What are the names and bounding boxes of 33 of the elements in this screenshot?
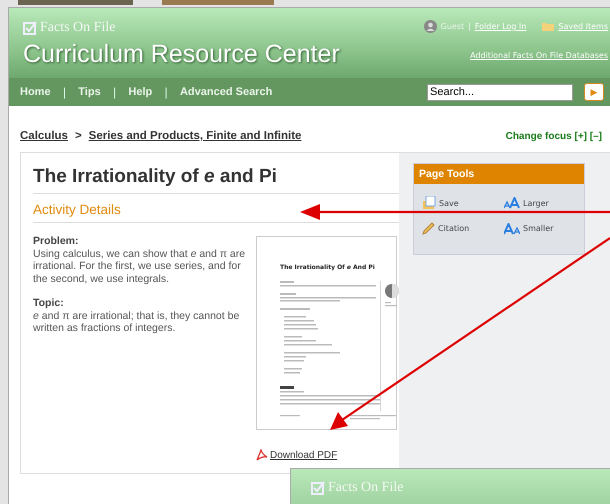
page-tool-link[interactable]: Smaller xyxy=(504,222,586,235)
pencil-icon xyxy=(422,222,435,235)
panel-heading: Page Tools xyxy=(414,164,584,184)
field-text: Using calculus, we can show that e and π are irrational. For the first, we use series, and for the second, we use integrals. xyxy=(33,248,246,285)
page-tool-link[interactable]: Larger xyxy=(504,196,586,210)
breadcrumb-link[interactable]: Calculus xyxy=(20,130,68,142)
checkbox-icon xyxy=(311,481,325,495)
site-title: Curriculum Resource Center xyxy=(23,40,340,69)
user-icon xyxy=(424,20,437,33)
brand-logo: Facts On File xyxy=(328,480,404,496)
save-icon xyxy=(422,196,436,210)
nav-separator: | xyxy=(62,86,66,98)
text-size-icon xyxy=(504,222,520,234)
checkbox-icon xyxy=(23,21,37,35)
field-label: Topic: xyxy=(33,297,65,310)
field-label: Problem: xyxy=(33,235,80,248)
download-pdf-link[interactable]: Download PDF xyxy=(256,449,338,461)
brand-logo: Facts On File xyxy=(40,20,116,36)
nav-separator: | xyxy=(164,86,168,98)
link-separator: | xyxy=(468,22,471,31)
search-field[interactable]: Search... xyxy=(427,84,573,100)
page-tool-link[interactable]: Citation xyxy=(422,222,504,235)
page-tool-link[interactable]: Save xyxy=(422,196,504,210)
text-size-icon xyxy=(504,197,520,209)
change-focus-link[interactable]: Change focus [+] [–] xyxy=(506,130,602,142)
user-name: Guest xyxy=(440,22,464,31)
article-title: The Irrationality of e and Pi xyxy=(33,166,399,194)
pdf-icon xyxy=(256,449,268,461)
breadcrumb-separator: > xyxy=(74,130,82,142)
breadcrumb-link[interactable]: Series and Products, Finite and Infinite xyxy=(88,130,302,142)
nav-separator: | xyxy=(112,86,116,98)
folder-icon xyxy=(542,22,554,31)
field-text: e and π are irrational; that is, they cannot be written as fractions of integers. xyxy=(33,310,240,334)
